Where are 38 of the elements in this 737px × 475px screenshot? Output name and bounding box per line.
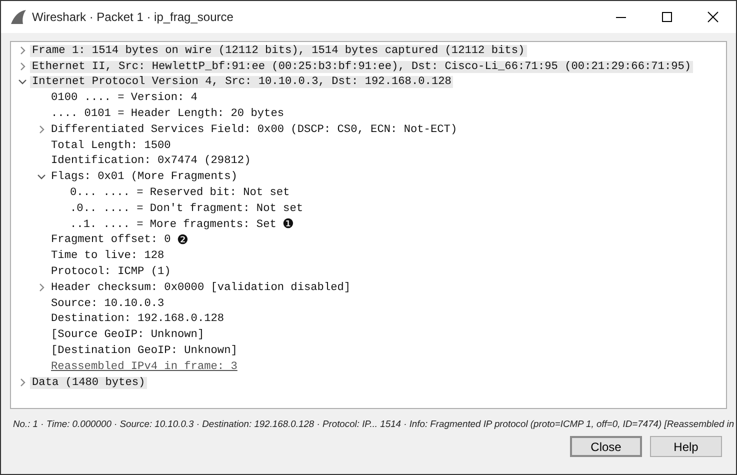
tree-item[interactable]: [Destination GeoIP: Unknown] xyxy=(49,345,240,358)
expand-chevron-icon[interactable] xyxy=(38,125,44,134)
collapse-chevron-icon[interactable] xyxy=(37,174,46,180)
window-title: Wireshark · Packet 1 · ip_frag_source xyxy=(32,10,234,24)
tree-item[interactable]: Protocol: ICMP (1) xyxy=(49,266,173,278)
tree-item[interactable]: Source: 10.10.0.3 xyxy=(49,298,166,310)
dialog-button[interactable]: Close xyxy=(570,436,642,457)
callout-marker: ❷ xyxy=(176,232,188,248)
tree-item[interactable]: Differentiated Services Field: 0x00 (DSCP: CS0, ECN: Not-ECT) xyxy=(49,124,460,136)
tree-item[interactable]: Data (1480 bytes) xyxy=(30,376,148,389)
shark-fin-icon xyxy=(10,10,26,24)
maximize-icon[interactable] xyxy=(661,11,673,23)
tree-item[interactable]: Identification: 0x7474 (29812) xyxy=(49,155,253,168)
tree-item[interactable]: Flags: 0x01 (More Fragments) xyxy=(49,171,240,184)
tree-item[interactable]: .... 0101 = Header Length: 20 bytes xyxy=(49,108,286,120)
tree-item[interactable]: Time to live: 128 xyxy=(49,250,166,262)
tree-item[interactable]: Destination: 192.168.0.128 xyxy=(49,313,226,326)
collapse-chevron-icon[interactable] xyxy=(18,79,27,86)
dialog-button[interactable]: Help xyxy=(650,436,722,457)
expand-chevron-icon[interactable] xyxy=(20,378,26,388)
tree-item[interactable]: Frame 1: 1514 bytes on wire (12112 bits), 1514 bytes captured (12112 bits) xyxy=(30,44,527,57)
expand-chevron-icon[interactable] xyxy=(38,283,44,292)
tree-item[interactable]: 0100 .... = Version: 4 xyxy=(49,92,200,104)
tree-item[interactable]: Ethernet II, Src: HewlettP_bf:91:ee (00:25:b3:bf:91:ee), Dst: Cisco-Li_66:71:95 (00:21:29:66:71:95) xyxy=(30,60,694,73)
reassembled-frame-link[interactable]: Reassembled IPv4 in frame: 3 xyxy=(49,360,240,373)
tree-item[interactable]: [Source GeoIP: Unknown] xyxy=(49,329,206,342)
tree-item[interactable]: Internet Protocol Version 4, Src: 10.10.0.3, Dst: 192.168.0.128 xyxy=(30,76,454,88)
tree-item[interactable]: Total Length: 1500 xyxy=(49,140,173,152)
tree-item[interactable]: Header checksum: 0x0000 [validation disabled] xyxy=(49,282,353,294)
packet-summary: No.: 1 · Time: 0.000000 · Source: 10.10.0.3 · Destination: 192.168.0.128 · Protocol: IP... 1514 · Info: Fragmented IP protocol (proto=ICMP 1, off=0, ID=7474) [Reassembled in xyxy=(12,417,736,429)
tree-item[interactable]: Fragment offset: 0 xyxy=(49,234,173,246)
tree-item[interactable]: 0... .... = Reserved bit: Not set xyxy=(68,187,292,200)
close-icon[interactable] xyxy=(707,11,719,23)
expand-chevron-icon[interactable] xyxy=(20,62,26,72)
expand-chevron-icon[interactable] xyxy=(20,46,26,56)
callout-marker: ❶ xyxy=(282,217,294,232)
tree-item[interactable]: ..1. .... = More fragments: Set xyxy=(68,218,278,231)
tree-item[interactable]: .0.. .... = Don't fragment: Not set xyxy=(68,202,306,215)
